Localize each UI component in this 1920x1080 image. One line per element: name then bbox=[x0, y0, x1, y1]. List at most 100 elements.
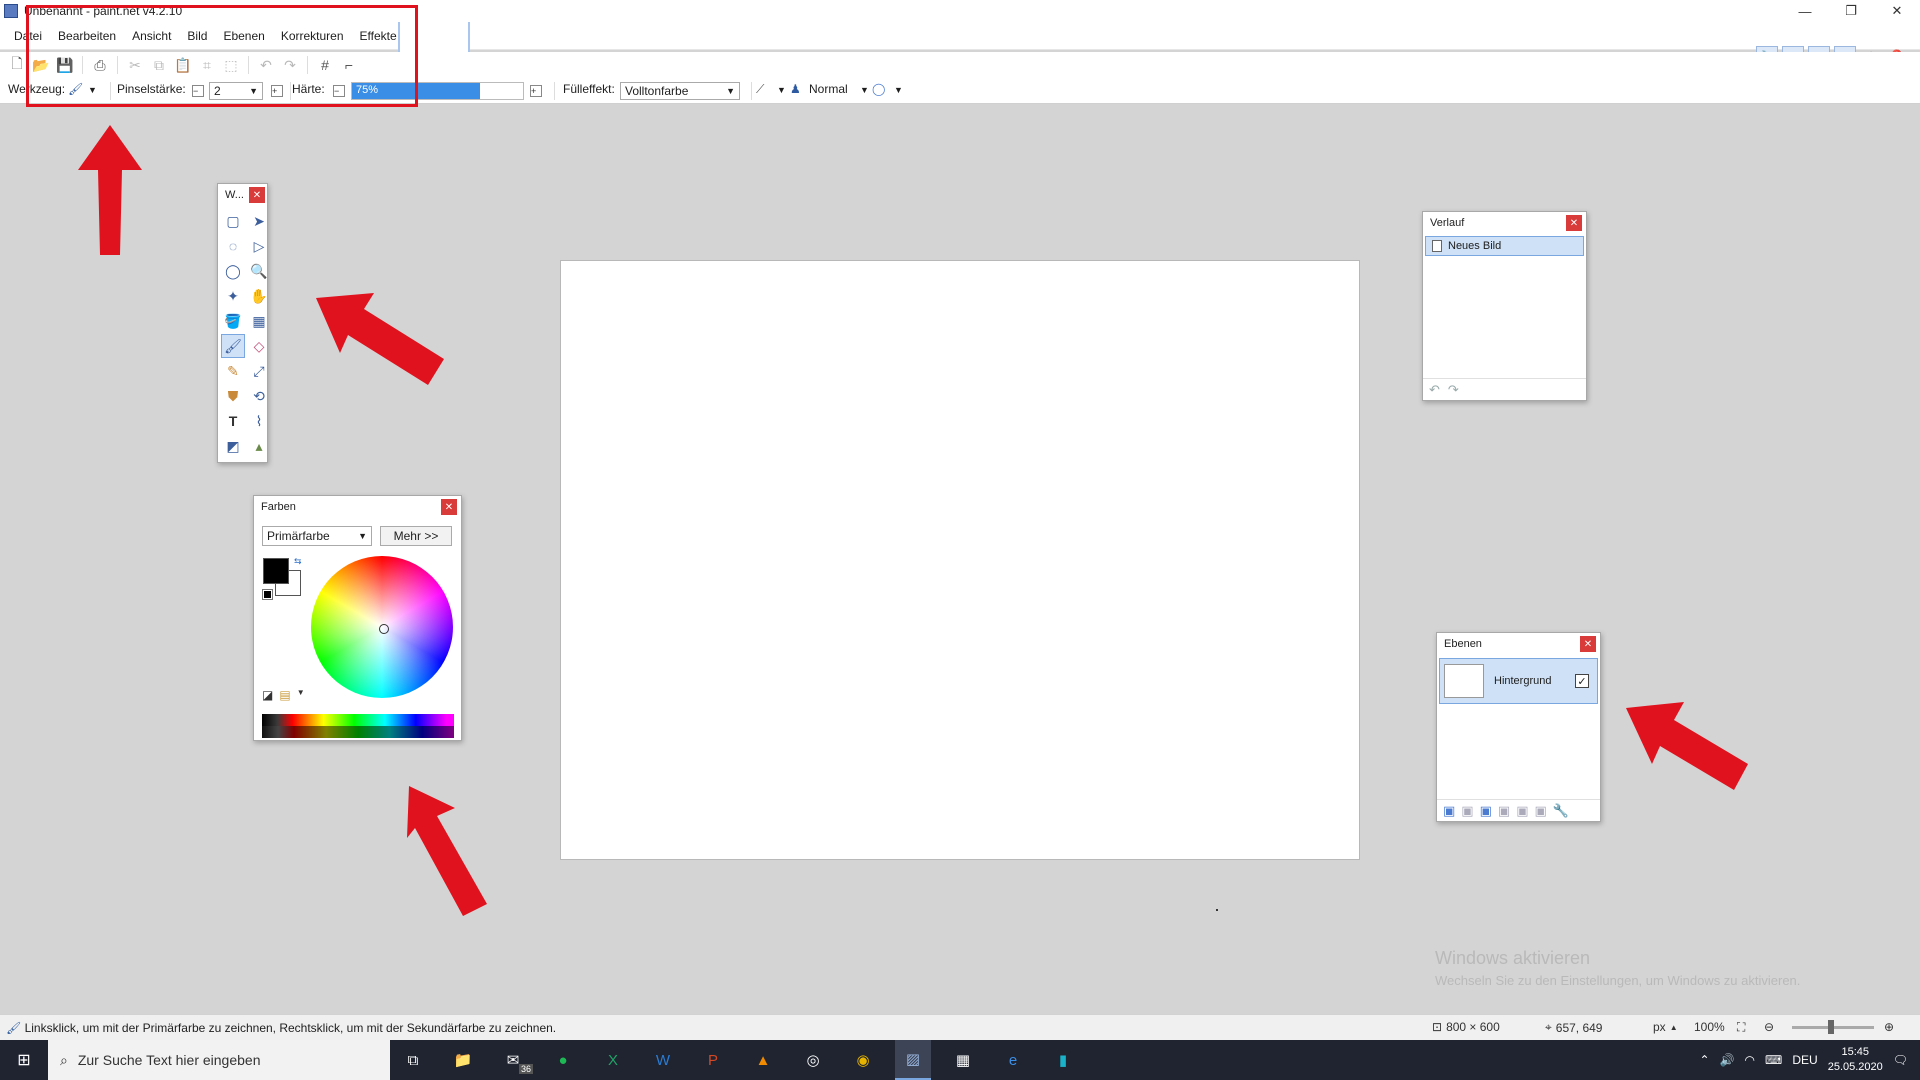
paintnet-taskbar-icon[interactable]: ▨ bbox=[895, 1040, 931, 1080]
new-file-icon[interactable]: 🗋 bbox=[6, 54, 28, 76]
undo-icon[interactable]: ↶ bbox=[1429, 382, 1440, 398]
swap-colors-icon[interactable]: ⇆ bbox=[294, 556, 302, 567]
zoom-out-icon[interactable]: ⊖ bbox=[1764, 1020, 1774, 1034]
color-wheel-cursor[interactable] bbox=[379, 624, 389, 634]
zoom-in-icon[interactable]: ⊕ bbox=[1884, 1020, 1894, 1034]
wifi-icon[interactable]: ◠ bbox=[1745, 1053, 1755, 1067]
file-explorer-icon[interactable]: 📁 bbox=[445, 1040, 481, 1080]
layer-name: Hintergrund bbox=[1494, 675, 1552, 687]
pencil-icon[interactable]: ✎ bbox=[221, 359, 245, 383]
antialiasing-icon[interactable]: ⟋ bbox=[756, 82, 764, 97]
merge-layer-icon[interactable]: ▣ bbox=[1498, 803, 1510, 819]
edge-icon[interactable]: e bbox=[995, 1040, 1031, 1080]
rectangle-select-icon[interactable]: ▢ bbox=[221, 209, 245, 233]
paint-bucket-icon[interactable]: 🪣 bbox=[221, 309, 245, 333]
layer-properties-icon[interactable]: 🔧 bbox=[1553, 803, 1569, 819]
chevron-down-icon[interactable]: ▼ bbox=[297, 688, 305, 702]
paintbrush-icon[interactable]: 🖌 bbox=[221, 334, 245, 358]
language-indicator[interactable]: DEU bbox=[1792, 1053, 1817, 1067]
spotify-icon[interactable]: ● bbox=[545, 1040, 581, 1080]
lasso-select-icon[interactable]: ◌ bbox=[221, 234, 245, 258]
duplicate-layer-icon[interactable]: ▣ bbox=[1480, 803, 1492, 819]
clone-stamp-icon[interactable]: ⛊ bbox=[221, 384, 245, 408]
stray-pixel bbox=[1216, 909, 1218, 911]
colors-body: Primärfarbe ▼ Mehr >> ⇆ ◪ ▤ ▼ bbox=[254, 518, 461, 738]
minimize-button[interactable]: — bbox=[1782, 0, 1828, 22]
close-button[interactable]: ✕ bbox=[1874, 0, 1920, 22]
excel-icon[interactable]: X bbox=[595, 1040, 631, 1080]
keyboard-icon[interactable]: ⌨ bbox=[1765, 1053, 1782, 1067]
teal-app-icon[interactable]: ▮ bbox=[1045, 1040, 1081, 1080]
colors-panel-header: Farben ✕ bbox=[254, 496, 461, 518]
colors-panel: Farben ✕ Primärfarbe ▼ Mehr >> ⇆ ◪ ▤ ▼ bbox=[253, 495, 462, 741]
palette-picker-icon[interactable]: ◪ bbox=[262, 688, 273, 702]
redo-icon[interactable]: ↷ bbox=[1448, 382, 1459, 398]
pan-hand-icon[interactable]: ✋ bbox=[247, 284, 271, 308]
zoom-to-window-icon[interactable]: ⛶ bbox=[1737, 1020, 1745, 1035]
move-layer-down-icon[interactable]: ▣ bbox=[1534, 803, 1546, 819]
color-mode-select[interactable]: Primärfarbe ▼ bbox=[262, 526, 372, 546]
blend-mode-value[interactable]: Normal bbox=[809, 82, 848, 96]
chevron-up-icon[interactable]: ⌃ bbox=[1700, 1053, 1710, 1067]
chevron-down-icon[interactable]: ▼ bbox=[860, 85, 869, 95]
hardness-increase-button[interactable]: + bbox=[530, 85, 542, 97]
move-selection-icon[interactable]: ▷ bbox=[247, 234, 271, 258]
delete-layer-icon[interactable]: ▣ bbox=[1461, 803, 1473, 819]
history-item[interactable]: Neues Bild bbox=[1425, 236, 1584, 256]
move-layer-up-icon[interactable]: ▣ bbox=[1516, 803, 1528, 819]
chrome-icon[interactable]: ◉ bbox=[845, 1040, 881, 1080]
zoom-slider-thumb[interactable] bbox=[1828, 1020, 1834, 1034]
restore-button[interactable]: ❐ bbox=[1828, 0, 1874, 22]
add-layer-icon[interactable]: ▣ bbox=[1443, 803, 1455, 819]
unit-selector[interactable]: px ▲ bbox=[1653, 1020, 1678, 1034]
activation-title: Windows aktivieren bbox=[1435, 948, 1591, 968]
mail-icon[interactable]: ✉ 36 bbox=[495, 1040, 533, 1080]
windows-start-icon[interactable]: ⊞ bbox=[0, 1040, 48, 1080]
shapes-icon[interactable]: ◩ bbox=[221, 434, 245, 458]
ellipse-select-icon[interactable]: ◯ bbox=[221, 259, 245, 283]
taskbar-clock[interactable]: 15:45 25.05.2020 bbox=[1828, 1045, 1883, 1075]
history-panel-close-button[interactable]: ✕ bbox=[1566, 215, 1582, 231]
shapes-extra-icon[interactable]: ▴ bbox=[247, 434, 271, 458]
obs-icon[interactable]: ◎ bbox=[795, 1040, 831, 1080]
vlc-icon[interactable]: ▲ bbox=[745, 1040, 781, 1080]
zoom-icon[interactable]: 🔍 bbox=[247, 259, 271, 283]
reset-colors-swatch[interactable] bbox=[262, 589, 273, 600]
fill-combo[interactable]: Volltonfarbe ▼ bbox=[620, 82, 740, 100]
windows-activation-watermark: Windows aktivieren Wechseln Sie zu den E… bbox=[1435, 948, 1800, 988]
calculator-icon[interactable]: ▦ bbox=[945, 1040, 981, 1080]
magic-wand-icon[interactable]: ✦ bbox=[221, 284, 245, 308]
gradient-icon[interactable]: ▦ bbox=[247, 309, 271, 333]
powerpoint-icon[interactable]: P bbox=[695, 1040, 731, 1080]
chevron-down-icon: ▼ bbox=[358, 531, 367, 541]
more-colors-button[interactable]: Mehr >> bbox=[380, 526, 452, 546]
recolor-icon[interactable]: ⟲ bbox=[247, 384, 271, 408]
taskbar-search[interactable]: ⌕ Zur Suche Text hier eingeben bbox=[48, 1040, 390, 1080]
notification-icon[interactable]: 🗨 bbox=[1893, 1053, 1908, 1067]
tools-panel: W... ✕ ▢ ➤ ◌ ▷ ◯ 🔍 ✦ ✋ 🪣 ▦ 🖌 ◇ ✎ ⤢ ⛊ ⟲ T… bbox=[217, 183, 268, 463]
layers-panel-close-button[interactable]: ✕ bbox=[1580, 636, 1596, 652]
chevron-down-icon[interactable]: ▼ bbox=[894, 85, 903, 95]
word-icon[interactable]: W bbox=[645, 1040, 681, 1080]
layers-panel: Ebenen ✕ Hintergrund ✓ ▣ ▣ ▣ ▣ ▣ ▣ 🔧 bbox=[1436, 632, 1601, 822]
chevron-down-icon[interactable]: ▼ bbox=[777, 85, 786, 95]
close-icon: ✕ bbox=[1891, 3, 1903, 18]
selection-mode-icon[interactable]: ◯ bbox=[872, 82, 885, 96]
colors-panel-close-button[interactable]: ✕ bbox=[441, 499, 457, 515]
tools-panel-close-button[interactable]: ✕ bbox=[249, 187, 265, 203]
eraser-icon[interactable]: ◇ bbox=[247, 334, 271, 358]
task-view-icon[interactable]: ⧉ bbox=[395, 1040, 431, 1080]
move-selected-icon[interactable]: ➤ bbox=[247, 209, 271, 233]
palette-menu-icon[interactable]: ▤ bbox=[279, 688, 290, 702]
blend-mode-icon[interactable]: ♟ bbox=[790, 82, 801, 96]
volume-icon[interactable]: 🔊 bbox=[1720, 1053, 1735, 1067]
color-picker-icon[interactable]: ⤢ bbox=[247, 359, 271, 383]
zoom-readout[interactable]: 100% bbox=[1694, 1020, 1725, 1034]
image-canvas[interactable] bbox=[560, 260, 1360, 860]
layer-row[interactable]: Hintergrund ✓ bbox=[1439, 658, 1598, 704]
text-icon[interactable]: T bbox=[221, 409, 245, 433]
layer-visibility-checkbox[interactable]: ✓ bbox=[1575, 674, 1589, 688]
color-palette-dark-row[interactable] bbox=[262, 726, 454, 738]
line-curve-icon[interactable]: ⌇ bbox=[247, 409, 271, 433]
primary-color-swatch[interactable] bbox=[263, 558, 289, 584]
